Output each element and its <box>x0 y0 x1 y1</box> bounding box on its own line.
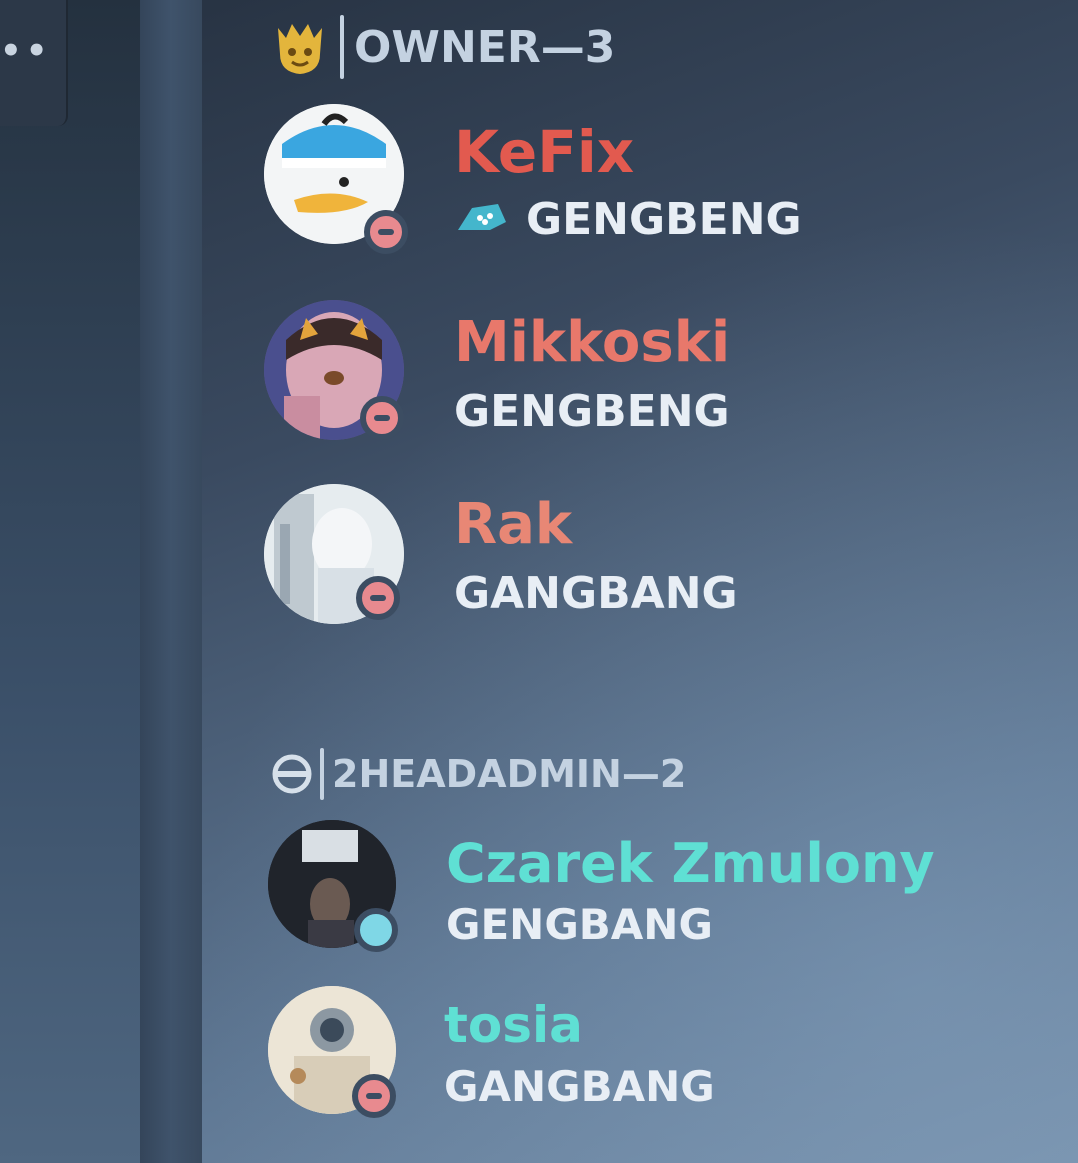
activity-text: GANGBANG <box>444 1062 715 1111</box>
role-separator <box>340 15 344 79</box>
activity-text: GENGBENG <box>454 386 730 437</box>
online-status-icon <box>354 908 398 952</box>
member-name[interactable]: Rak <box>454 492 572 557</box>
member-row[interactable]: Mikkoski GENGBENG <box>264 300 964 450</box>
role-label: 2HEADADMIN—2 <box>332 752 687 796</box>
member-activity: GENGBENG <box>454 194 802 245</box>
member-row[interactable]: Czarek Zmulony GENGBANG <box>264 820 964 970</box>
activity-text: GANGBANG <box>454 568 738 619</box>
member-name[interactable]: Mikkoski <box>454 310 730 375</box>
sidebar-card[interactable]: •• <box>0 0 68 126</box>
dnd-status-icon <box>356 576 400 620</box>
activity-text: GENGBANG <box>446 900 713 949</box>
member-list: OWNER—3 KeFix GENGBENG Mikkoski GENGBENG… <box>202 0 1078 1163</box>
shield-badge-icon <box>272 753 312 795</box>
member-activity: GANGBANG <box>444 1062 715 1111</box>
dnd-status-icon <box>364 210 408 254</box>
dnd-status-icon <box>360 396 404 440</box>
member-activity: GENGBENG <box>454 386 730 437</box>
member-row[interactable]: Rak GANGBANG <box>264 484 964 634</box>
member-row[interactable]: KeFix GENGBENG <box>264 104 964 254</box>
channel-sidebar: •• <box>0 0 140 1163</box>
dnd-status-icon <box>352 1074 396 1118</box>
role-header-head-admin: 2HEADADMIN—2 <box>272 744 686 804</box>
role-label: OWNER—3 <box>354 21 616 73</box>
crown-badge-icon <box>272 18 328 76</box>
activity-text: GENGBENG <box>526 194 802 245</box>
member-name[interactable]: tosia <box>444 996 583 1054</box>
member-activity: GANGBANG <box>454 568 738 619</box>
member-row[interactable]: tosia GANGBANG <box>264 986 964 1136</box>
scrollbar-track[interactable] <box>140 0 202 1163</box>
member-activity: GENGBANG <box>446 900 713 949</box>
role-header-owner: OWNER—3 <box>272 12 615 82</box>
member-name[interactable]: KeFix <box>454 118 634 186</box>
ellipsis-icon[interactable]: •• <box>0 34 51 68</box>
game-controller-icon <box>454 194 510 245</box>
role-separator <box>320 748 324 800</box>
member-name[interactable]: Czarek Zmulony <box>446 832 935 895</box>
